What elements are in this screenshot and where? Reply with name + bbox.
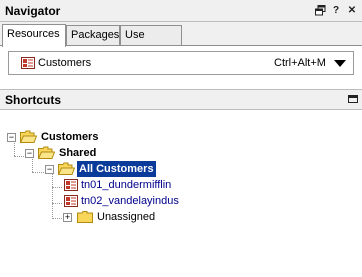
restore-icon[interactable] (314, 4, 326, 16)
collapse-icon[interactable]: − (25, 149, 34, 158)
tree-node-customers[interactable]: − Customers (0, 129, 200, 145)
tree-label-customers: Customers (41, 131, 99, 143)
folder-closed-icon (77, 211, 93, 224)
shortcuts-header: Shortcuts (0, 89, 362, 110)
navigator-header-icons: ? ✕ (314, 4, 358, 16)
maximize-icon[interactable] (348, 95, 358, 103)
tab-resources[interactable]: Resources (2, 24, 66, 47)
resource-selector[interactable]: Customers Ctrl+Alt+M (8, 51, 354, 75)
help-icon[interactable]: ? (330, 4, 342, 16)
folder-open-icon (19, 130, 38, 143)
shortcuts-title: Shortcuts (5, 93, 62, 107)
customer-card-icon (64, 179, 80, 192)
tree-label-tn02: tn02_vandelayindus (81, 195, 179, 207)
tab-packages-label: Packages (71, 29, 120, 41)
customer-card-icon (64, 195, 80, 208)
resources-panel: Customers Ctrl+Alt+M (0, 46, 362, 86)
shortcuts-tree: − Customers − Shared − All Customers tn0… (0, 110, 362, 277)
collapse-icon[interactable]: − (45, 165, 54, 174)
folder-open-icon (57, 162, 76, 175)
tab-packages[interactable]: Packages (66, 25, 120, 45)
expand-icon[interactable]: + (63, 213, 72, 222)
collapse-icon[interactable]: − (7, 133, 16, 142)
resource-selector-label: Customers (38, 57, 92, 69)
folder-open-icon (37, 146, 56, 159)
tree-node-tn02[interactable]: tn02_vandelayindus (0, 193, 220, 209)
tab-use-cases[interactable]: Use Cases (120, 25, 182, 60)
tree-node-all-customers[interactable]: − All Customers (0, 161, 200, 177)
tab-resources-label: Resources (7, 28, 60, 40)
resource-selector-shortcut: Ctrl+Alt+M (274, 57, 326, 69)
tree-label-all-customers: All Customers (77, 161, 156, 177)
tree-label-unassigned: Unassigned (97, 211, 156, 223)
customer-card-icon (21, 57, 35, 72)
tree-node-unassigned[interactable]: + Unassigned (0, 209, 200, 225)
tree-label-shared: Shared (59, 147, 97, 159)
tree-node-shared[interactable]: − Shared (0, 145, 200, 161)
tree-node-tn01[interactable]: tn01_dundermifflin (0, 177, 220, 193)
dropdown-arrow-icon[interactable] (334, 60, 346, 67)
close-icon[interactable]: ✕ (346, 4, 358, 16)
navigator-tabbar: Resources Packages Use Cases (0, 22, 362, 60)
navigator-title: Navigator (5, 4, 61, 18)
navigator-header: Navigator ? ✕ (0, 0, 362, 22)
tree-label-tn01: tn01_dundermifflin (81, 179, 172, 191)
